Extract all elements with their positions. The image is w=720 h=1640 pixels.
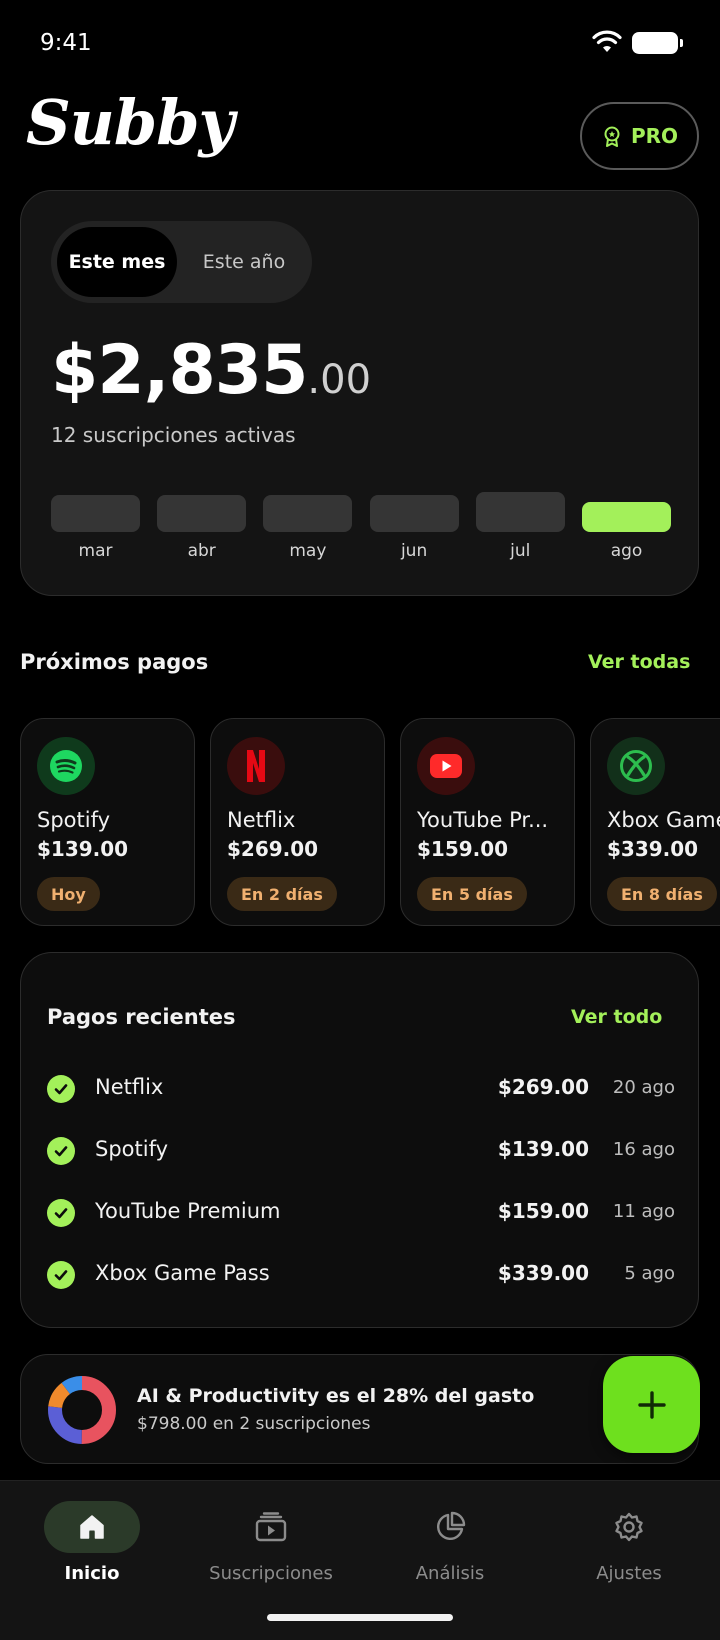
pro-button[interactable]: PRO bbox=[580, 102, 699, 170]
recent-date: 16 ago bbox=[612, 1139, 675, 1160]
recent-date: 20 ago bbox=[612, 1077, 675, 1098]
upcoming-price: $159.00 bbox=[417, 837, 509, 861]
month-label: jul bbox=[510, 541, 531, 561]
nav-label: Ajustes bbox=[596, 1563, 662, 1584]
due-badge: En 8 días bbox=[607, 877, 717, 911]
nav-item-analisis[interactable]: Análisis bbox=[360, 1501, 540, 1601]
nav-item-suscripciones[interactable]: Suscripciones bbox=[181, 1501, 361, 1601]
month-bar bbox=[582, 502, 671, 532]
settings-icon bbox=[581, 1501, 677, 1553]
check-icon bbox=[47, 1199, 75, 1227]
recent-name: Netflix bbox=[95, 1075, 164, 1099]
period-toggle: Este mes Este año bbox=[51, 221, 312, 303]
spending-summary-card: Este mes Este año $2,835.00 12 suscripci… bbox=[20, 190, 699, 596]
nav-label: Inicio bbox=[64, 1563, 120, 1584]
recent-payment-row[interactable]: Xbox Game Pass $339.00 5 ago bbox=[47, 1255, 675, 1295]
nav-label: Suscripciones bbox=[209, 1563, 333, 1584]
month-label: ago bbox=[610, 541, 643, 561]
recent-payment-row[interactable]: Spotify $139.00 16 ago bbox=[47, 1131, 675, 1171]
recent-date: 11 ago bbox=[612, 1201, 675, 1222]
month-bar bbox=[369, 495, 459, 532]
month-bar bbox=[157, 495, 247, 532]
due-badge: Hoy bbox=[37, 877, 100, 911]
nav-item-inicio[interactable]: Inicio bbox=[2, 1501, 182, 1601]
upcoming-name: Xbox Game bbox=[607, 808, 720, 832]
upcoming-payments-list: Spotify $139.00 Hoy Netflix $269.00 En 2… bbox=[20, 718, 720, 928]
check-icon bbox=[47, 1075, 75, 1103]
upcoming-price: $139.00 bbox=[37, 837, 129, 861]
upcoming-name: Netflix bbox=[227, 808, 296, 832]
check-icon bbox=[47, 1261, 75, 1289]
pro-label: PRO bbox=[630, 124, 679, 148]
month-label: abr bbox=[187, 541, 216, 561]
recent-date: 5 ago bbox=[624, 1263, 675, 1284]
home-indicator bbox=[267, 1614, 453, 1621]
recent-name: Spotify bbox=[95, 1137, 169, 1161]
spending-insight-card[interactable]: AI & Productivity es el 28% del gasto $7… bbox=[20, 1354, 699, 1464]
upcoming-card-netflix[interactable]: Netflix $269.00 En 2 días bbox=[210, 718, 385, 926]
upcoming-price: $269.00 bbox=[227, 837, 319, 861]
upcoming-card-xbox[interactable]: Xbox Game $339.00 En 8 días bbox=[590, 718, 720, 926]
tab-este-ano[interactable]: Este año bbox=[181, 227, 307, 297]
upcoming-name: Spotify bbox=[37, 808, 111, 832]
monthly-bars: mar abr may jun jul ago bbox=[51, 487, 671, 567]
nav-item-ajustes[interactable]: Ajustes bbox=[539, 1501, 719, 1601]
home-icon bbox=[44, 1501, 140, 1553]
award-icon bbox=[604, 126, 620, 147]
month-label: jun bbox=[400, 541, 428, 561]
recent-amount: $269.00 bbox=[497, 1075, 589, 1099]
insight-subtitle: $798.00 en 2 suscripciones bbox=[137, 1414, 371, 1434]
active-subscriptions-count: 12 suscripciones activas bbox=[51, 423, 296, 447]
recent-amount: $139.00 bbox=[497, 1137, 589, 1161]
analytics-icon bbox=[402, 1501, 498, 1553]
xbox-icon bbox=[607, 737, 665, 795]
recent-title: Pagos recientes bbox=[47, 1005, 236, 1029]
see-all-recent-link[interactable]: Ver todo bbox=[571, 1006, 662, 1028]
month-label: may bbox=[289, 541, 327, 561]
insight-title: AI & Productivity es el 28% del gasto bbox=[137, 1385, 535, 1407]
check-icon bbox=[47, 1137, 75, 1165]
upcoming-card-youtube[interactable]: YouTube Pr... $159.00 En 5 días bbox=[400, 718, 575, 926]
status-bar: 9:41 bbox=[0, 0, 720, 90]
status-time: 9:41 bbox=[40, 30, 92, 56]
youtube-icon bbox=[417, 737, 475, 795]
month-bar bbox=[51, 495, 140, 532]
nav-label: Análisis bbox=[415, 1563, 485, 1584]
due-badge: En 2 días bbox=[227, 877, 337, 911]
wifi-icon bbox=[592, 30, 622, 52]
see-all-upcoming-link[interactable]: Ver todas bbox=[588, 651, 690, 673]
recent-payment-row[interactable]: Netflix $269.00 20 ago bbox=[47, 1069, 675, 1109]
upcoming-card-spotify[interactable]: Spotify $139.00 Hoy bbox=[20, 718, 195, 926]
add-subscription-button[interactable] bbox=[603, 1356, 700, 1453]
battery-icon bbox=[632, 32, 683, 54]
recent-amount: $159.00 bbox=[497, 1199, 589, 1223]
total-amount: $2,835.00 bbox=[51, 331, 371, 410]
recent-name: YouTube Premium bbox=[95, 1199, 281, 1223]
recent-payment-row[interactable]: YouTube Premium $159.00 11 ago bbox=[47, 1193, 675, 1233]
netflix-icon bbox=[227, 737, 285, 795]
upcoming-title: Próximos pagos bbox=[20, 650, 209, 674]
subscriptions-icon bbox=[223, 1501, 319, 1553]
amount-cents: .00 bbox=[307, 357, 372, 403]
upcoming-name: YouTube Pr... bbox=[417, 808, 549, 832]
recent-name: Xbox Game Pass bbox=[95, 1261, 270, 1285]
recent-amount: $339.00 bbox=[497, 1261, 589, 1285]
amount-main: $2,835 bbox=[51, 331, 308, 410]
donut-chart-icon bbox=[48, 1376, 116, 1444]
tab-este-mes[interactable]: Este mes bbox=[57, 227, 177, 297]
app-logo: Subby bbox=[26, 86, 235, 159]
month-label: mar bbox=[78, 541, 113, 561]
month-bar bbox=[263, 495, 353, 532]
plus-icon bbox=[637, 1390, 666, 1419]
recent-payments-card: Pagos recientes Ver todo Netflix $269.00… bbox=[20, 952, 699, 1328]
upcoming-price: $339.00 bbox=[607, 837, 699, 861]
due-badge: En 5 días bbox=[417, 877, 527, 911]
spotify-icon bbox=[37, 737, 95, 795]
month-bar bbox=[475, 492, 565, 532]
